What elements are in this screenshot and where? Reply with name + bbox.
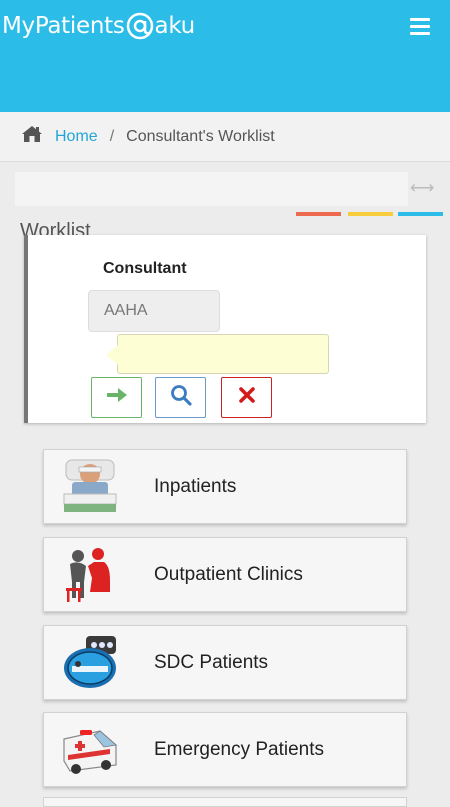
top-app-bar: MyPatients aku <box>0 0 450 112</box>
brand-suffix: aku <box>154 13 196 39</box>
breadcrumb: Home / Consultant's Worklist <box>0 112 450 162</box>
color-bar-yellow <box>348 212 393 216</box>
search-icon <box>170 384 192 411</box>
breadcrumb-home-link[interactable]: Home <box>55 128 98 146</box>
go-button[interactable] <box>91 377 142 418</box>
menu-label: Inpatients <box>154 475 237 497</box>
at-logo-icon <box>126 12 154 40</box>
brand-name: MyPatients <box>2 13 125 39</box>
close-icon <box>238 387 255 408</box>
breadcrumb-separator: / <box>109 127 115 145</box>
menu-item-inpatients[interactable]: Inpatients <box>43 449 407 524</box>
ambulance-icon <box>60 721 120 779</box>
menu-label: Emergency Patients <box>154 738 325 760</box>
clear-button[interactable] <box>221 377 272 418</box>
worklist-card: Consultant AAHA <box>24 235 426 423</box>
menu-label: SDC Patients <box>154 651 269 673</box>
breadcrumb-current: Consultant's Worklist <box>126 127 275 145</box>
home-icon[interactable] <box>21 125 43 148</box>
search-button[interactable] <box>155 377 206 418</box>
resize-arrows-icon[interactable]: ⟷ <box>410 178 434 198</box>
hamburger-menu-icon[interactable] <box>410 18 430 36</box>
color-bar-orange <box>296 212 341 216</box>
menu-item-emergency-patients[interactable]: Emergency Patients <box>43 712 407 787</box>
menu-item-partial[interactable] <box>43 797 407 807</box>
menu-label: Outpatient Clinics <box>154 563 303 585</box>
color-bar-blue <box>398 212 443 216</box>
arrow-right-icon <box>106 386 128 409</box>
inpatient-bed-icon <box>60 458 120 516</box>
outpatient-clinic-icon <box>60 546 120 604</box>
brand-logo[interactable]: MyPatients aku <box>2 12 195 40</box>
menu-item-outpatient-clinics[interactable]: Outpatient Clinics <box>43 537 407 612</box>
consultant-input[interactable]: AAHA <box>88 290 220 332</box>
autocomplete-tooltip <box>106 334 329 374</box>
menu-item-sdc-patients[interactable]: SDC Patients <box>43 625 407 700</box>
sdc-patients-icon <box>60 634 120 692</box>
search-bar[interactable] <box>15 172 408 206</box>
consultant-label: Consultant <box>103 260 187 277</box>
